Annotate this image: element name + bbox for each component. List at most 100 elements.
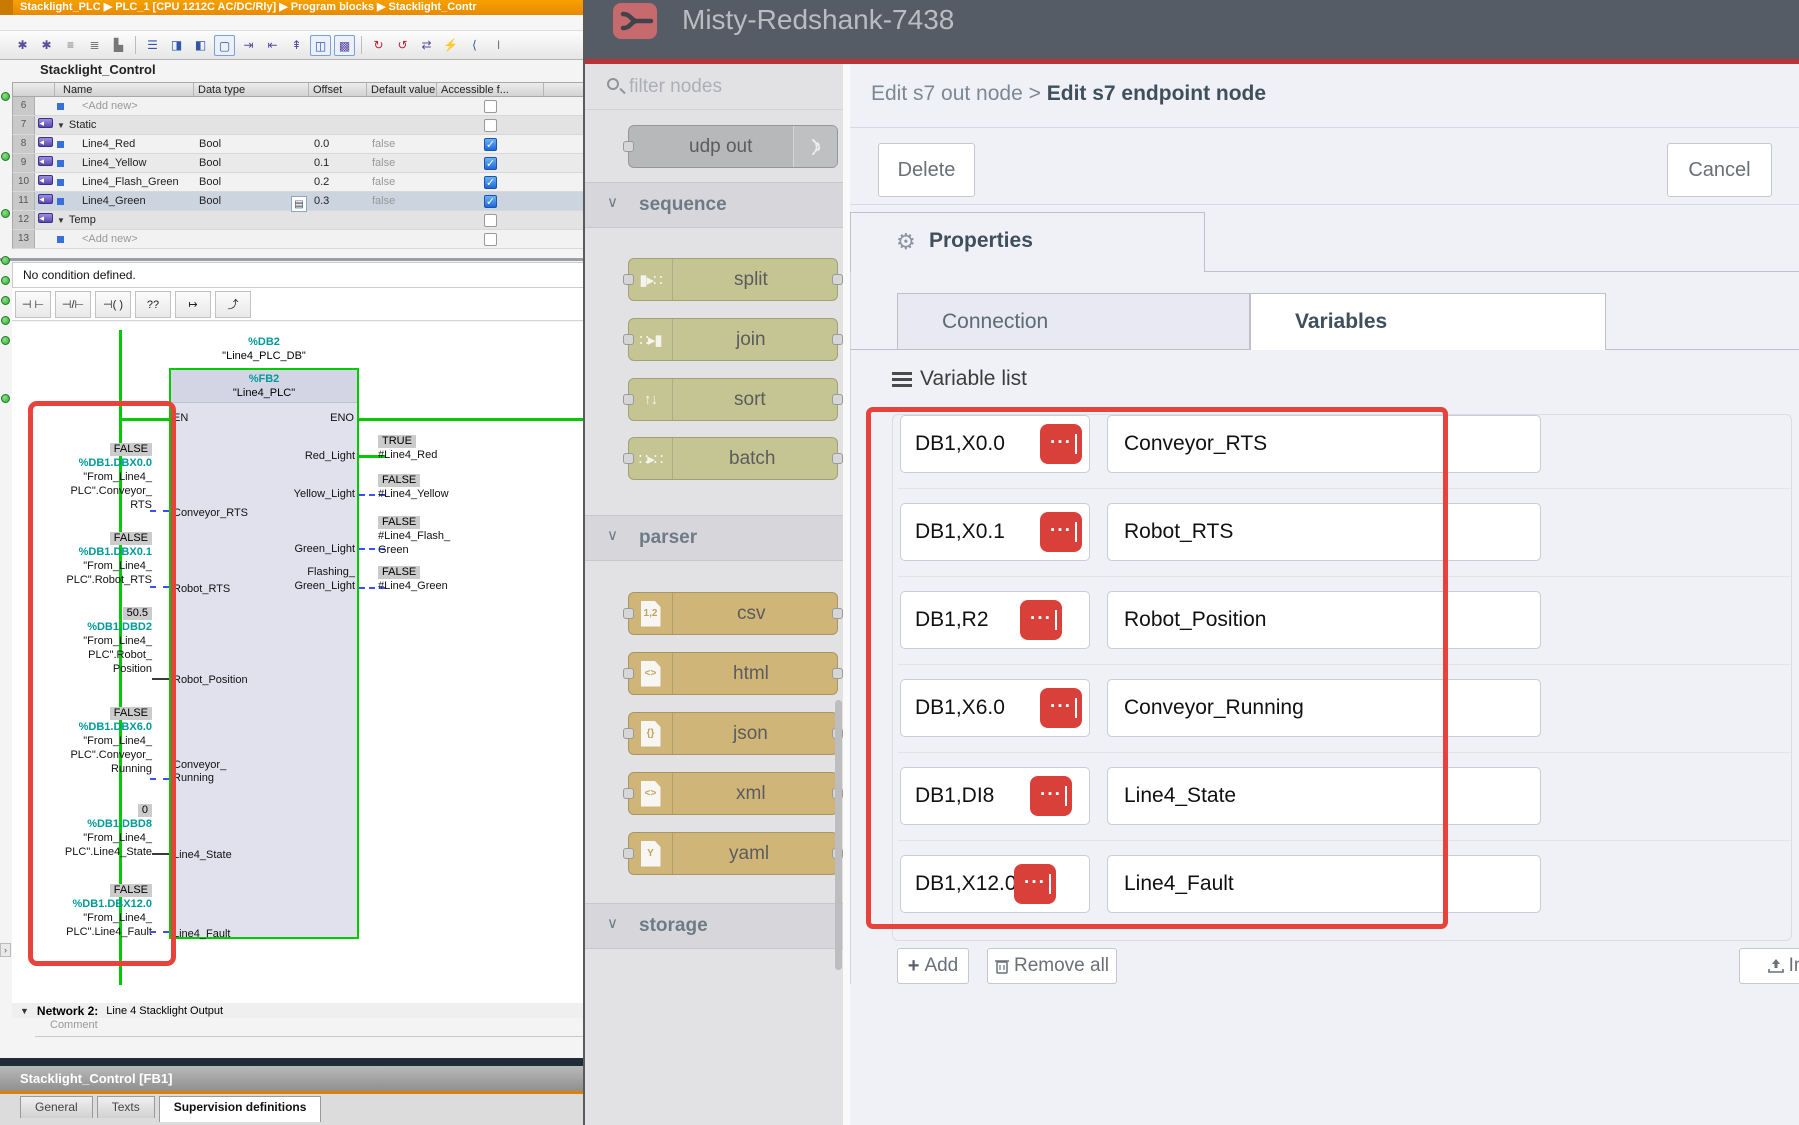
col-accessible[interactable]: Accessible f... — [437, 83, 544, 96]
panel-divider[interactable] — [0, 1058, 585, 1066]
call-structure-icon[interactable]: ⟨ — [464, 35, 485, 56]
pin-label[interactable]: Robot_Position — [173, 674, 248, 687]
accessible-checkbox[interactable] — [484, 233, 497, 246]
pin-label[interactable]: Yellow_Light — [255, 488, 355, 501]
go-offline-icon[interactable]: ↺ — [392, 35, 413, 56]
accessible-checkbox[interactable] — [484, 119, 497, 132]
contact-no-button[interactable]: ⊣ ⊢ — [15, 291, 51, 318]
accessible-checkbox[interactable]: ✓ — [484, 176, 497, 189]
add-variable-button[interactable]: + Add — [897, 948, 969, 984]
table-row[interactable]: 6 <Add new> — [12, 97, 585, 116]
section-sequence[interactable]: ∨ sequence — [585, 182, 843, 228]
db-instance-label[interactable]: %DB2 "Line4_PLC_DB" — [169, 335, 359, 363]
tab-supervision-definitions[interactable]: Supervision definitions — [159, 1096, 322, 1122]
output-operand[interactable]: FALSE #Line4_Green — [378, 565, 448, 593]
section-storage[interactable]: ∨ storage — [585, 903, 843, 949]
palette-node-xml[interactable]: <> xml — [628, 772, 838, 815]
absolute-operands-icon[interactable]: ☰ — [142, 35, 163, 56]
reset-layout-icon[interactable]: ≣ — [84, 35, 105, 56]
datatype-picker-button[interactable]: ▤ — [291, 196, 307, 212]
delete-button[interactable]: Delete — [878, 143, 975, 197]
output-operand[interactable]: FALSE #Line4_Flash_ Green — [378, 515, 450, 557]
table-row[interactable]: 13 <Add new> — [12, 230, 585, 249]
collapse-icon[interactable]: ▼ — [20, 1006, 29, 1016]
network-comment[interactable]: Comment — [50, 1019, 98, 1031]
splitter[interactable] — [0, 258, 585, 261]
pin-label[interactable]: Conveyor_RTS — [173, 507, 248, 520]
palette-node-html[interactable]: <> html — [628, 652, 838, 695]
palette-node-udp-out[interactable]: udp out — [628, 125, 838, 168]
accessible-checkbox[interactable]: ✓ — [484, 157, 497, 170]
insert-row-icon[interactable]: ✱ — [12, 35, 33, 56]
pin-label[interactable]: Green_Light — [255, 543, 355, 556]
open-branch-icon[interactable]: ⇥ — [238, 35, 259, 56]
pin-label[interactable]: Flashing_ — [255, 566, 355, 579]
pin-label[interactable]: Line4_State — [173, 849, 232, 862]
table-row[interactable]: 8 Line4_Red Bool 0.0 false ✓ — [12, 135, 585, 154]
open-branch-button[interactable]: ↦ — [175, 291, 211, 318]
empty-box-button[interactable]: ?? — [135, 291, 171, 318]
search-input[interactable] — [629, 72, 829, 102]
contact-nc-button[interactable]: ⊣/⊢ — [55, 291, 91, 318]
close-branch-icon[interactable]: ⇤ — [262, 35, 283, 56]
palette-node-join[interactable]: ∷▸▮ join — [628, 318, 838, 361]
palette-node-json[interactable]: {} json — [628, 712, 838, 755]
table-row[interactable]: 7 ▼Static — [12, 116, 585, 135]
accessible-checkbox[interactable]: ✓ — [484, 195, 497, 208]
favorites-star-icon[interactable]: ▩ — [334, 35, 355, 56]
expand-panel-icon[interactable]: › — [0, 943, 11, 957]
pin-label[interactable]: Robot_RTS — [173, 583, 230, 596]
col-name[interactable]: Name — [55, 83, 194, 96]
pin-label[interactable]: Red_Light — [255, 450, 355, 463]
palette-scrollbar[interactable] — [835, 700, 842, 970]
table-row-selected[interactable]: 11 Line4_Green Bool▤ 0.3 false ✓ — [12, 192, 585, 211]
collapse-arrow-icon[interactable]: ▼ — [57, 121, 65, 130]
accessible-checkbox[interactable] — [484, 214, 497, 227]
close-branch-button[interactable]: ⤴ — [215, 291, 251, 318]
network2-header[interactable]: ▼ Network 2: Line 4 Stacklight Output — [12, 1003, 585, 1018]
go-online-icon[interactable]: ↻ — [368, 35, 389, 56]
col-offset[interactable]: Offset — [309, 83, 367, 96]
palette-node-csv[interactable]: 1,2 csv — [628, 592, 838, 635]
sequence-icon[interactable]: I — [488, 35, 509, 56]
pin-label[interactable]: Line4_Fault — [173, 928, 231, 941]
table-row[interactable]: 12 ▼Temp — [12, 211, 585, 230]
table-row[interactable]: 9 Line4_Yellow Bool 0.1 false ✓ — [12, 154, 585, 173]
breadcrumb-parent[interactable]: Edit s7 out node — [871, 82, 1023, 105]
output-operand[interactable]: FALSE #Line4_Yellow — [378, 473, 449, 501]
pin-label[interactable]: Green_Light — [255, 580, 355, 593]
breadcrumb[interactable]: Stacklight_PLC ▶ PLC_1 [CPU 1212C AC/DC/… — [0, 0, 585, 15]
section-parser[interactable]: ∨ parser — [585, 515, 843, 561]
palette-node-yaml[interactable]: Y yaml — [628, 832, 838, 875]
pin-label[interactable]: Running — [173, 772, 214, 785]
palette-search[interactable] — [585, 64, 843, 110]
coil-button[interactable]: ⊣( ) — [95, 291, 131, 318]
ff-right-icon[interactable]: ◧ — [190, 35, 211, 56]
tab-variables[interactable]: Variables — [1250, 293, 1606, 350]
ff-left-icon[interactable]: ◨ — [166, 35, 187, 56]
col-default[interactable]: Default value — [367, 83, 437, 96]
collapse-arrow-icon[interactable]: ▼ — [57, 216, 65, 225]
properties-section-tab[interactable]: ⚙ Properties — [850, 212, 1205, 272]
keep-layout-icon[interactable]: ≡ — [60, 35, 81, 56]
palette-node-sort[interactable]: ↑↓ sort — [628, 378, 838, 421]
pin-label[interactable]: Conveyor_ — [173, 759, 226, 772]
delete-row-icon[interactable]: ✱ — [36, 35, 57, 56]
tab-general[interactable]: General — [20, 1096, 93, 1118]
tab-connection[interactable]: Connection — [897, 293, 1250, 350]
monitoring-icon[interactable]: ⚡ — [440, 35, 461, 56]
accessible-checkbox[interactable] — [484, 100, 497, 113]
download-icon[interactable]: ⇄ — [416, 35, 437, 56]
palette-node-batch[interactable]: ∷▸∷ batch — [628, 437, 838, 480]
cancel-button[interactable]: Cancel — [1667, 143, 1772, 197]
show-favorites-icon[interactable]: ◫ — [310, 35, 331, 56]
output-operand[interactable]: TRUE #Line4_Red — [378, 434, 437, 462]
import-button[interactable]: Imp — [1739, 948, 1799, 984]
accessible-checkbox[interactable]: ✓ — [484, 138, 497, 151]
palette-node-split[interactable]: ▮▸∷ split — [628, 258, 838, 301]
col-datatype[interactable]: Data type — [194, 83, 309, 96]
block-interface-icon[interactable]: ▙ — [108, 35, 129, 56]
table-row[interactable]: 10 Line4_Flash_Green Bool 0.2 false ✓ — [12, 173, 585, 192]
remove-all-button[interactable]: Remove all — [987, 948, 1117, 984]
insert-network-icon[interactable]: ⇞ — [286, 35, 307, 56]
